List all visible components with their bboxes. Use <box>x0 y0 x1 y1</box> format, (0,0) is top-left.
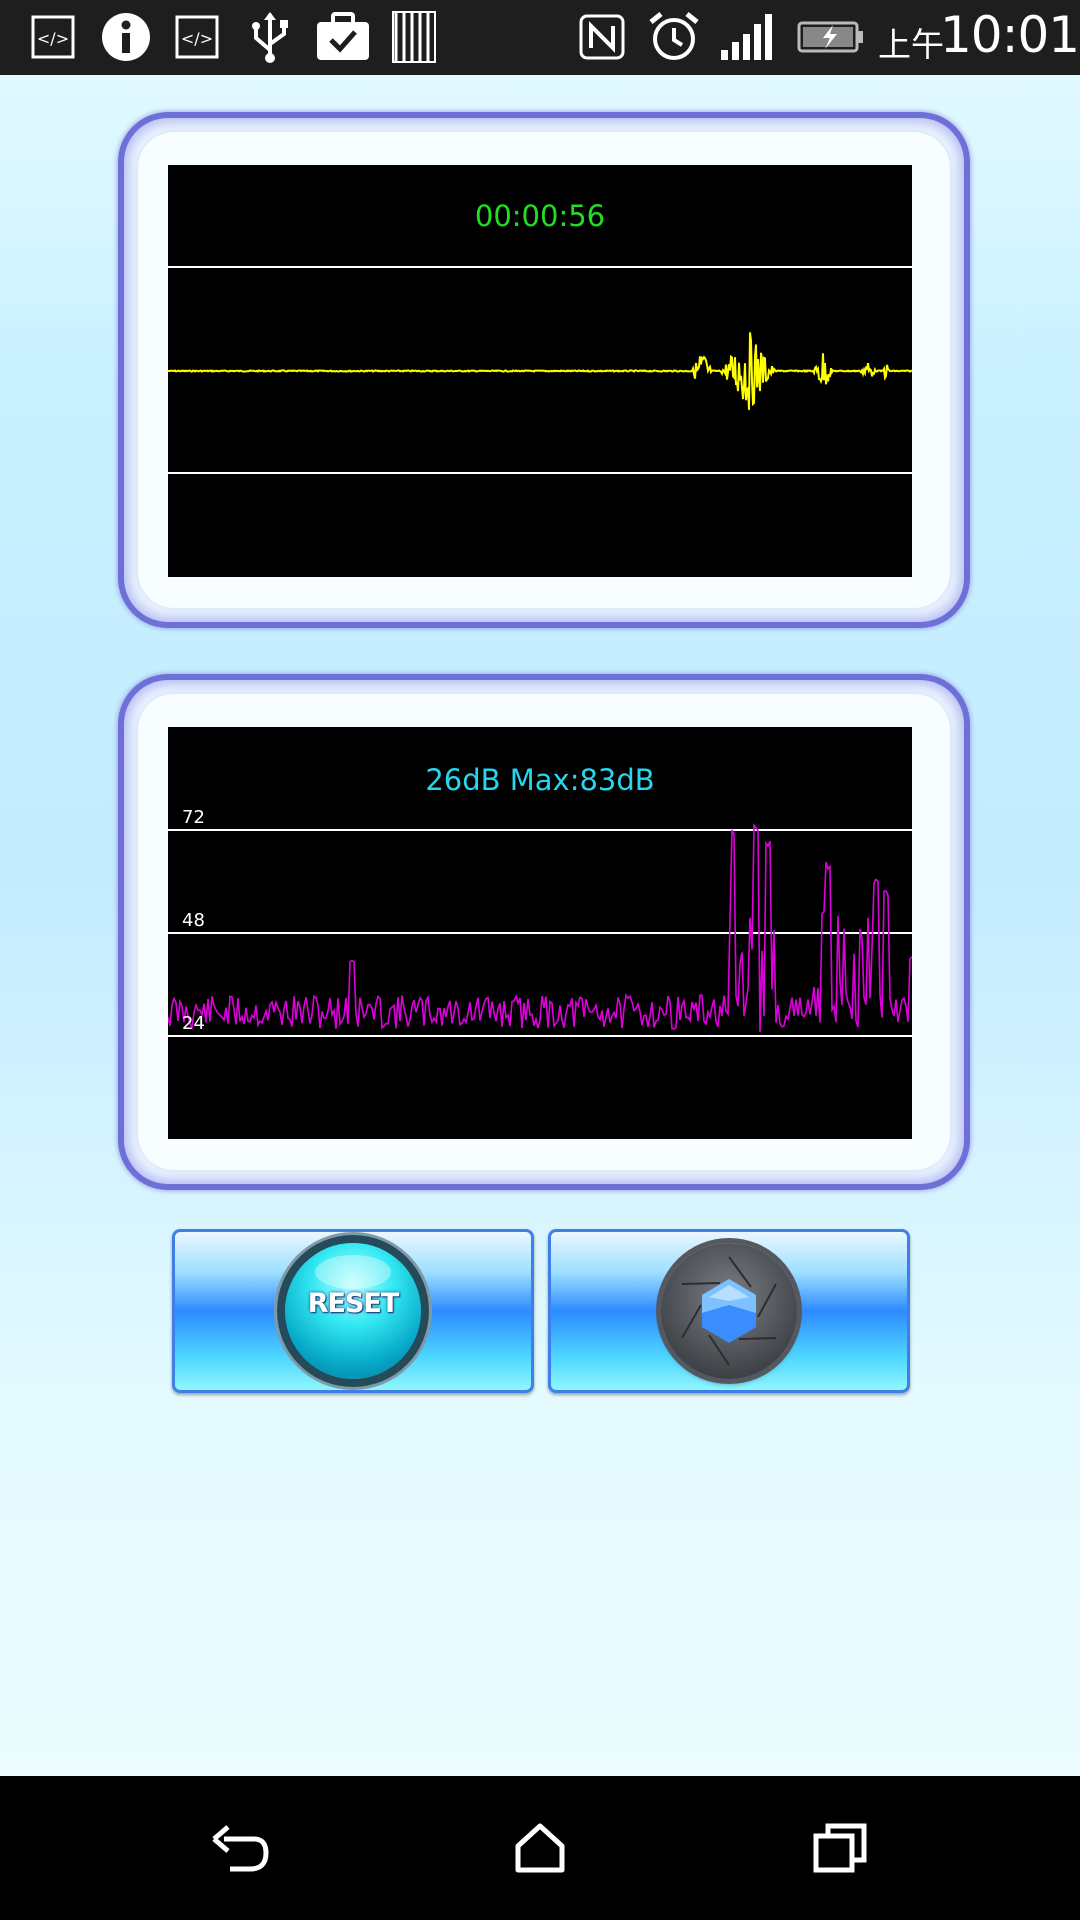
decibel-graph: 26dB Max:83dB 72 48 24 <box>168 727 912 1139</box>
axis-label-72: 72 <box>182 807 205 828</box>
capture-button[interactable] <box>548 1229 910 1393</box>
sim-icon <box>390 8 438 66</box>
reset-label: RESET <box>307 1288 400 1319</box>
status-bar: </> </> 上午 10:01 <box>0 0 1080 75</box>
recent-apps-icon[interactable] <box>800 1812 880 1884</box>
reset-knob: RESET <box>285 1243 421 1379</box>
info-icon <box>100 8 152 66</box>
svg-text:</>: </> <box>181 29 213 48</box>
alarm-icon <box>646 8 702 66</box>
decibel-trace <box>168 822 912 1033</box>
back-icon[interactable] <box>200 1812 280 1884</box>
reset-button[interactable]: RESET <box>172 1229 534 1393</box>
signal-icon <box>718 8 778 66</box>
axis-label-48: 48 <box>182 910 205 931</box>
battery-charging-icon <box>796 8 866 66</box>
status-ampm: 上午 <box>878 25 944 64</box>
camera-shutter-icon <box>661 1243 797 1379</box>
briefcase-check-icon <box>314 8 372 66</box>
waveform-trace <box>168 332 912 410</box>
waveform-display: 00:00:56 <box>168 165 912 577</box>
knob-highlight <box>315 1255 391 1289</box>
code-icon: </> <box>174 8 220 66</box>
recording-timer: 00:00:56 <box>474 199 606 233</box>
home-icon[interactable] <box>500 1812 580 1884</box>
decibel-reading: 26dB Max:83dB <box>425 763 655 797</box>
usb-icon <box>244 8 296 66</box>
code-icon: </> <box>30 8 76 66</box>
svg-text:</>: </> <box>37 29 69 48</box>
navigation-bar <box>0 1776 1080 1920</box>
nfc-icon <box>578 8 626 66</box>
status-clock: 10:01 <box>940 6 1080 64</box>
axis-label-24: 24 <box>182 1013 205 1034</box>
